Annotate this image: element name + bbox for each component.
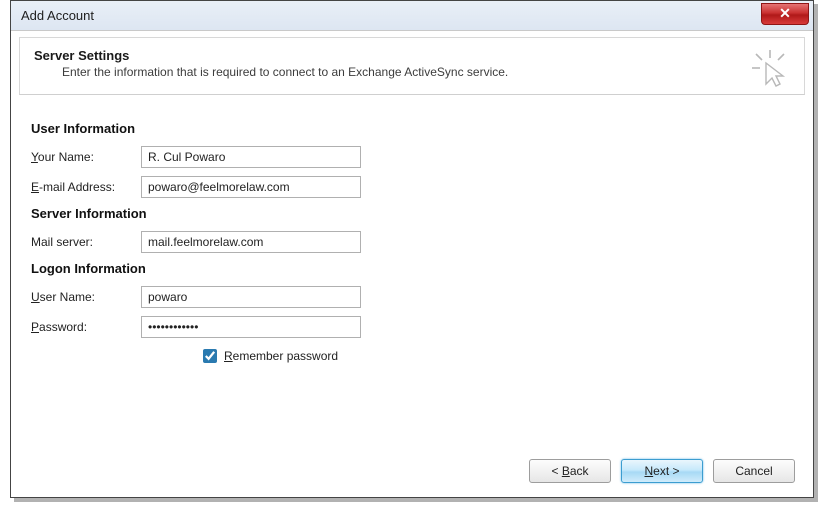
row-your-name: Your Name: (31, 146, 793, 168)
close-button[interactable]: ✕ (761, 3, 809, 25)
your-name-input[interactable] (141, 146, 361, 168)
form-content: User Information Your Name: E-mail Addre… (11, 95, 813, 366)
cursor-click-icon (750, 48, 790, 88)
label-user-name: User Name: (31, 290, 141, 304)
label-mail-server: Mail server: (31, 235, 141, 249)
back-button[interactable]: < Back (529, 459, 611, 483)
header-panel: Server Settings Enter the information th… (19, 37, 805, 95)
section-user-information: User Information (31, 121, 793, 136)
row-email: E-mail Address: (31, 176, 793, 198)
mail-server-input[interactable] (141, 231, 361, 253)
password-input[interactable] (141, 316, 361, 338)
titlebar: Add Account ✕ (11, 1, 813, 31)
next-button[interactable]: Next > (621, 459, 703, 483)
label-your-name: Your Name: (31, 150, 141, 164)
section-server-information: Server Information (31, 206, 793, 221)
email-input[interactable] (141, 176, 361, 198)
header-subtitle: Enter the information that is required t… (62, 65, 790, 79)
cancel-button[interactable]: Cancel (713, 459, 795, 483)
header-title: Server Settings (34, 48, 790, 63)
label-password: Password: (31, 320, 141, 334)
section-logon-information: Logon Information (31, 261, 793, 276)
row-mail-server: Mail server: (31, 231, 793, 253)
user-name-input[interactable] (141, 286, 361, 308)
row-password: Password: (31, 316, 793, 338)
row-remember-password: Remember password (199, 346, 793, 366)
add-account-dialog: Add Account ✕ Server Settings Enter the … (10, 0, 814, 498)
close-icon: ✕ (779, 5, 791, 21)
row-user-name: User Name: (31, 286, 793, 308)
label-remember-password[interactable]: Remember password (224, 349, 338, 363)
label-email: E-mail Address: (31, 180, 141, 194)
button-row: < Back Next > Cancel (529, 459, 795, 483)
remember-password-checkbox[interactable] (203, 349, 217, 363)
window-title: Add Account (21, 8, 94, 23)
